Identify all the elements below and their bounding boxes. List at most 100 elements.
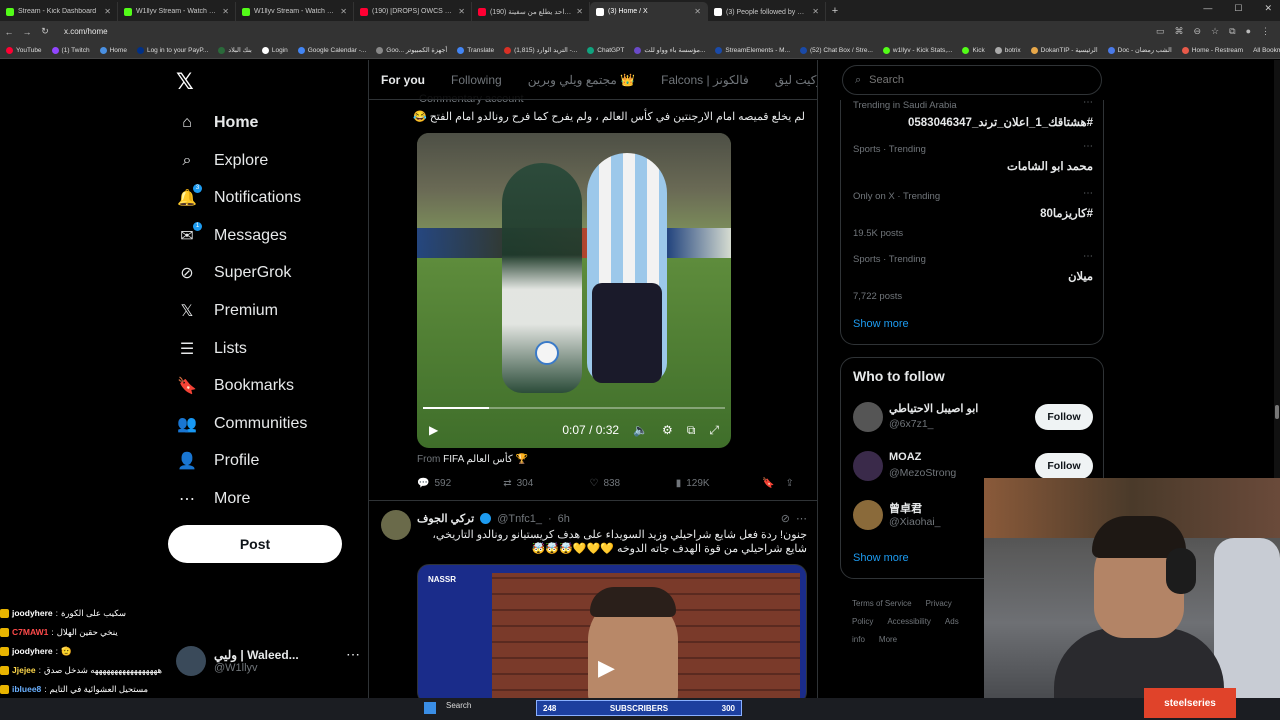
views-button[interactable]: ▮ 129K xyxy=(676,478,762,489)
avatar[interactable] xyxy=(853,500,883,530)
nav-item-bookmarks[interactable]: 🔖 Bookmarks xyxy=(176,371,294,401)
windows-start-icon[interactable] xyxy=(424,702,436,714)
back-icon[interactable]: ← xyxy=(0,27,18,37)
bookmark-item[interactable]: StreamElements - M... xyxy=(715,46,790,54)
new-tab-icon[interactable]: + xyxy=(826,2,844,21)
nav-item-messages[interactable]: ✉ 1 Messages xyxy=(176,221,287,251)
from-source-link[interactable]: FIFA كأس العالم 🏆 xyxy=(443,454,528,465)
bookmark-item[interactable]: (1) Twitch xyxy=(51,46,90,54)
footer-link[interactable]: Accessibility xyxy=(887,617,931,626)
settings-icon[interactable]: ⚙ xyxy=(662,423,673,437)
star-icon[interactable]: ☆ xyxy=(1211,26,1219,37)
tab-close-icon[interactable]: ✕ xyxy=(576,7,583,16)
timeline-tab[interactable]: For you xyxy=(381,73,425,87)
bookmark-item[interactable]: Home xyxy=(99,46,127,54)
bookmark-item[interactable]: Log in to your PayP... xyxy=(136,46,208,54)
scrollbar-thumb[interactable] xyxy=(1275,405,1279,419)
volume-icon[interactable]: 🔈 xyxy=(633,423,648,437)
bookmark-item[interactable]: DokanTIP - الرئيسية xyxy=(1030,46,1098,54)
bookmark-item[interactable]: botrix xyxy=(994,46,1021,54)
bookmark-item[interactable]: Kick xyxy=(962,46,985,54)
trend-item[interactable]: Sports · Trending ⋯ محمد ابو الشامات xyxy=(853,141,1093,173)
tab-close-icon[interactable]: ✕ xyxy=(104,7,111,16)
bookmark-item[interactable]: (52) Chat Box / Stre... xyxy=(800,46,873,54)
nav-item-explore[interactable]: ⌕ Explore xyxy=(176,146,269,176)
follow-suggestion[interactable]: ابو اصيبل الاحتياطي @6x7z1_ Follow xyxy=(853,400,1093,436)
repost-button[interactable]: ⇄ 304 xyxy=(503,478,589,489)
bookmark-item[interactable]: ChatGPT xyxy=(587,46,624,54)
more-dots-icon[interactable]: ⋯ xyxy=(1083,97,1093,108)
timeline-tab[interactable]: روكيت ليق | RL xyxy=(775,73,817,87)
x-logo-icon[interactable]: 𝕏 xyxy=(176,70,194,95)
tweet-time[interactable]: 6h xyxy=(558,513,570,525)
bookmark-item[interactable]: Doc - الشب رمضان xyxy=(1107,46,1172,54)
tab-close-icon[interactable]: ✕ xyxy=(812,7,819,16)
follow-button[interactable]: Follow xyxy=(1035,404,1093,430)
timeline-tab[interactable]: Following xyxy=(451,73,502,87)
tab-close-icon[interactable]: ✕ xyxy=(340,7,347,16)
bookmark-item[interactable]: (1,815) التريد الوارد -... xyxy=(504,46,577,54)
fullscreen-icon[interactable]: ⤢ xyxy=(709,423,719,438)
maximize-icon[interactable]: ☐ xyxy=(1234,3,1242,14)
more-dots-icon[interactable]: ⋯ xyxy=(1083,141,1093,152)
nav-item-notifications[interactable]: 🔔 3 Notifications xyxy=(176,183,301,213)
tab-close-icon[interactable]: ✕ xyxy=(222,7,229,16)
nav-item-profile[interactable]: 👤 Profile xyxy=(176,446,259,476)
trend-item[interactable]: Sports · Trending ⋯ ميلان 7,722 posts xyxy=(853,251,1093,302)
extensions-icon[interactable]: ⧉ xyxy=(1229,26,1235,37)
forward-icon[interactable]: → xyxy=(18,27,36,37)
timeline-tab[interactable]: مجتمع ويلي وبرين 👑 xyxy=(528,73,635,87)
show-more-trends[interactable]: Show more xyxy=(853,318,909,330)
footer-link[interactable]: More xyxy=(879,635,897,644)
browser-tab[interactable]: (3) People followed by وليي / W ✕ xyxy=(708,2,826,21)
more-dots-icon[interactable]: ⋯ xyxy=(346,646,360,663)
author-name[interactable]: تركي الجوف xyxy=(417,512,474,525)
menu-icon[interactable]: ⋮ xyxy=(1261,26,1270,37)
nav-item-home[interactable]: ⌂ Home xyxy=(176,108,258,138)
avatar[interactable] xyxy=(853,402,883,432)
play-icon[interactable]: ▶ xyxy=(598,655,615,681)
nav-item-lists[interactable]: ☰ Lists xyxy=(176,334,247,364)
like-button[interactable]: ♡ 838 xyxy=(589,478,675,489)
grok-icon[interactable]: ⊘ xyxy=(781,512,790,525)
browser-tab[interactable]: (190) [DROPS] OWCS 2025 | N ✕ xyxy=(354,2,472,21)
nav-item-premium[interactable]: 𝕏 Premium xyxy=(176,296,278,326)
more-dots-icon[interactable]: ⋯ xyxy=(796,512,807,525)
avatar[interactable] xyxy=(853,451,883,481)
timeline-tab[interactable]: Falcons | فالكونز xyxy=(661,73,749,87)
trend-item[interactable]: Only on X · Trending ⋯ #كاريزما80 19.5K pos… xyxy=(853,188,1093,239)
more-dots-icon[interactable]: ⋯ xyxy=(1083,251,1093,262)
pip-icon[interactable]: ⧉ xyxy=(687,423,696,438)
more-dots-icon[interactable]: ⋯ xyxy=(1083,188,1093,199)
bookmark-item[interactable]: Goo... أجهزة الكمبيوتر xyxy=(376,46,447,54)
reply-button[interactable]: 💬 592 xyxy=(417,478,503,489)
trend-item[interactable]: Trending in Saudi Arabia ⋯ #هشتاقك_1_اعلان… xyxy=(853,97,1093,129)
share-button[interactable]: ⇪ xyxy=(785,478,809,489)
tweet-media[interactable]: NASSR ▶ xyxy=(417,564,807,700)
all-bookmarks[interactable]: All Bookmarks xyxy=(1253,47,1280,54)
play-icon[interactable]: ▶ xyxy=(429,423,438,437)
nav-item-supergrok[interactable]: ⊘ SuperGrok xyxy=(176,258,291,288)
video-player[interactable]: ▶ 0:07 / 0:32 🔈 ⚙ ⧉ ⤢ xyxy=(417,133,731,448)
bookmark-item[interactable]: Home - Restream xyxy=(1181,46,1243,54)
search-input[interactable] xyxy=(869,74,1070,86)
post-button[interactable]: Post xyxy=(168,525,342,563)
nav-item-communities[interactable]: 👥 Communities xyxy=(176,409,307,439)
cast-icon[interactable]: ▭ xyxy=(1156,26,1165,37)
close-icon[interactable]: ✕ xyxy=(1264,3,1272,14)
browser-tab[interactable]: W1llyv Stream - Watch Live on ✕ xyxy=(236,2,354,21)
nav-item-more[interactable]: ⋯ More xyxy=(176,484,250,514)
tab-close-icon[interactable]: ✕ xyxy=(694,7,701,16)
search-box[interactable]: ⌕ xyxy=(842,65,1102,95)
browser-tab[interactable]: (3) Home / X ✕ xyxy=(590,2,708,21)
browser-tab[interactable]: Stream - Kick Dashboard ✕ xyxy=(0,2,118,21)
show-more-follow[interactable]: Show more xyxy=(853,552,909,564)
bookmark-item[interactable]: مؤسسة باء وواو للت... xyxy=(634,46,705,54)
tab-close-icon[interactable]: ✕ xyxy=(458,7,465,16)
bookmark-button[interactable]: 🔖 xyxy=(762,478,786,489)
bookmark-item[interactable]: بنك البلاد xyxy=(218,46,252,54)
video-progress-bar[interactable] xyxy=(423,407,725,409)
reload-icon[interactable]: ↻ xyxy=(36,26,54,37)
zoom-icon[interactable]: ⊖ xyxy=(1194,26,1202,37)
avatar[interactable] xyxy=(381,510,411,540)
